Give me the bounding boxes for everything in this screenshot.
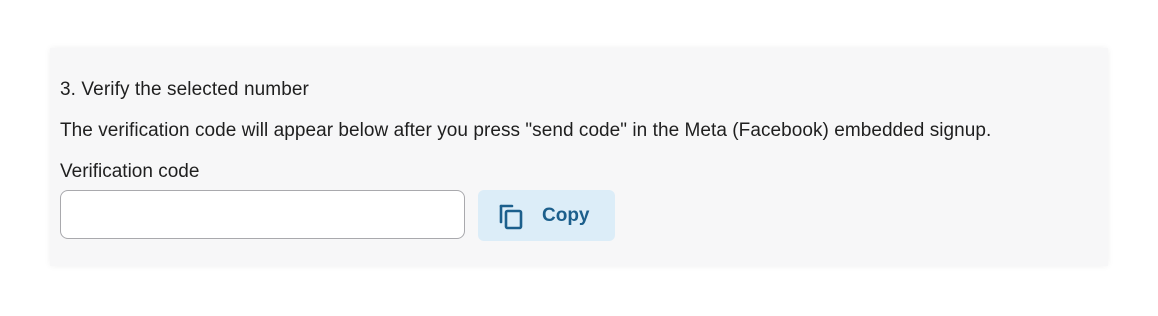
verify-number-card: 3. Verify the selected number The verifi…: [50, 48, 1108, 266]
copy-button[interactable]: Copy: [478, 190, 615, 241]
step-title: 3. Verify the selected number: [60, 79, 309, 100]
copy-icon: [498, 202, 524, 230]
verification-code-input[interactable]: [60, 190, 465, 239]
verification-code-label: Verification code: [60, 161, 200, 182]
verification-description: The verification code will appear below …: [60, 120, 992, 141]
copy-button-label: Copy: [542, 204, 590, 226]
